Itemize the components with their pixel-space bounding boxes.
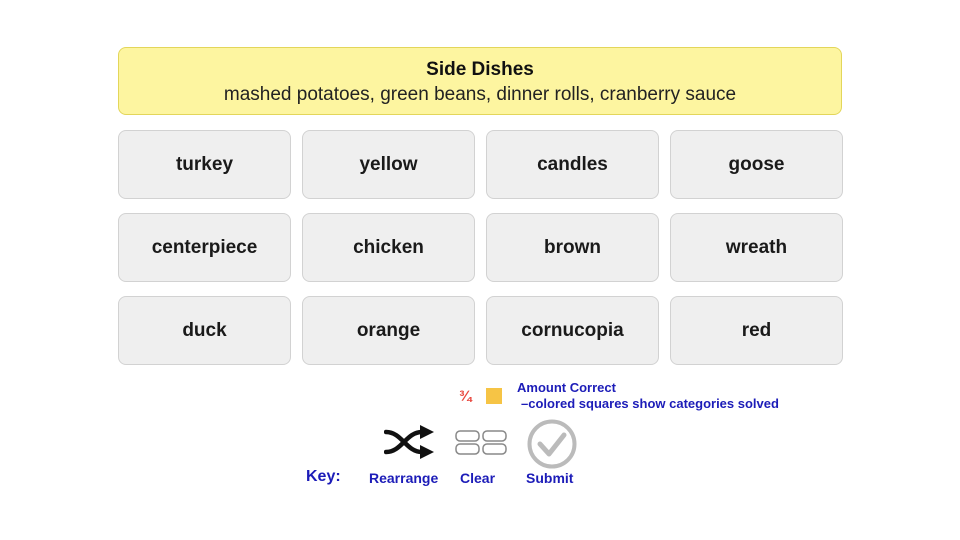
word-tile[interactable]: centerpiece [118, 213, 291, 282]
check-circle-icon[interactable] [526, 418, 578, 470]
shuffle-icon[interactable] [384, 424, 436, 460]
word-tile[interactable]: duck [118, 296, 291, 365]
word-grid: turkey yellow candles goose centerpiece … [118, 130, 844, 365]
word-tile[interactable]: red [670, 296, 843, 365]
solved-category-title: Side Dishes [426, 59, 534, 80]
solved-category-square [486, 388, 502, 404]
amount-correct-label: Amount Correct [517, 380, 616, 395]
solved-category-side-dishes: Side Dishes mashed potatoes, green beans… [118, 47, 842, 115]
word-tile[interactable]: turkey [118, 130, 291, 199]
amount-correct-fraction: ¾ [459, 388, 472, 405]
word-tile[interactable]: orange [302, 296, 475, 365]
solved-category-members: mashed potatoes, green beans, dinner rol… [223, 84, 737, 105]
submit-label: Submit [526, 470, 574, 486]
grid-clear-icon[interactable] [455, 430, 507, 456]
rearrange-label: Rearrange [369, 470, 439, 486]
word-tile[interactable]: chicken [302, 213, 475, 282]
word-tile[interactable]: brown [486, 213, 659, 282]
word-tile[interactable]: cornucopia [486, 296, 659, 365]
clear-label: Clear [460, 470, 496, 486]
word-tile[interactable]: goose [670, 130, 843, 199]
amount-correct-description: –colored squares show categories solved [521, 396, 779, 411]
word-tile[interactable]: candles [486, 130, 659, 199]
word-tile[interactable]: wreath [670, 213, 843, 282]
word-tile[interactable]: yellow [302, 130, 475, 199]
key-label: Key: [306, 468, 341, 485]
